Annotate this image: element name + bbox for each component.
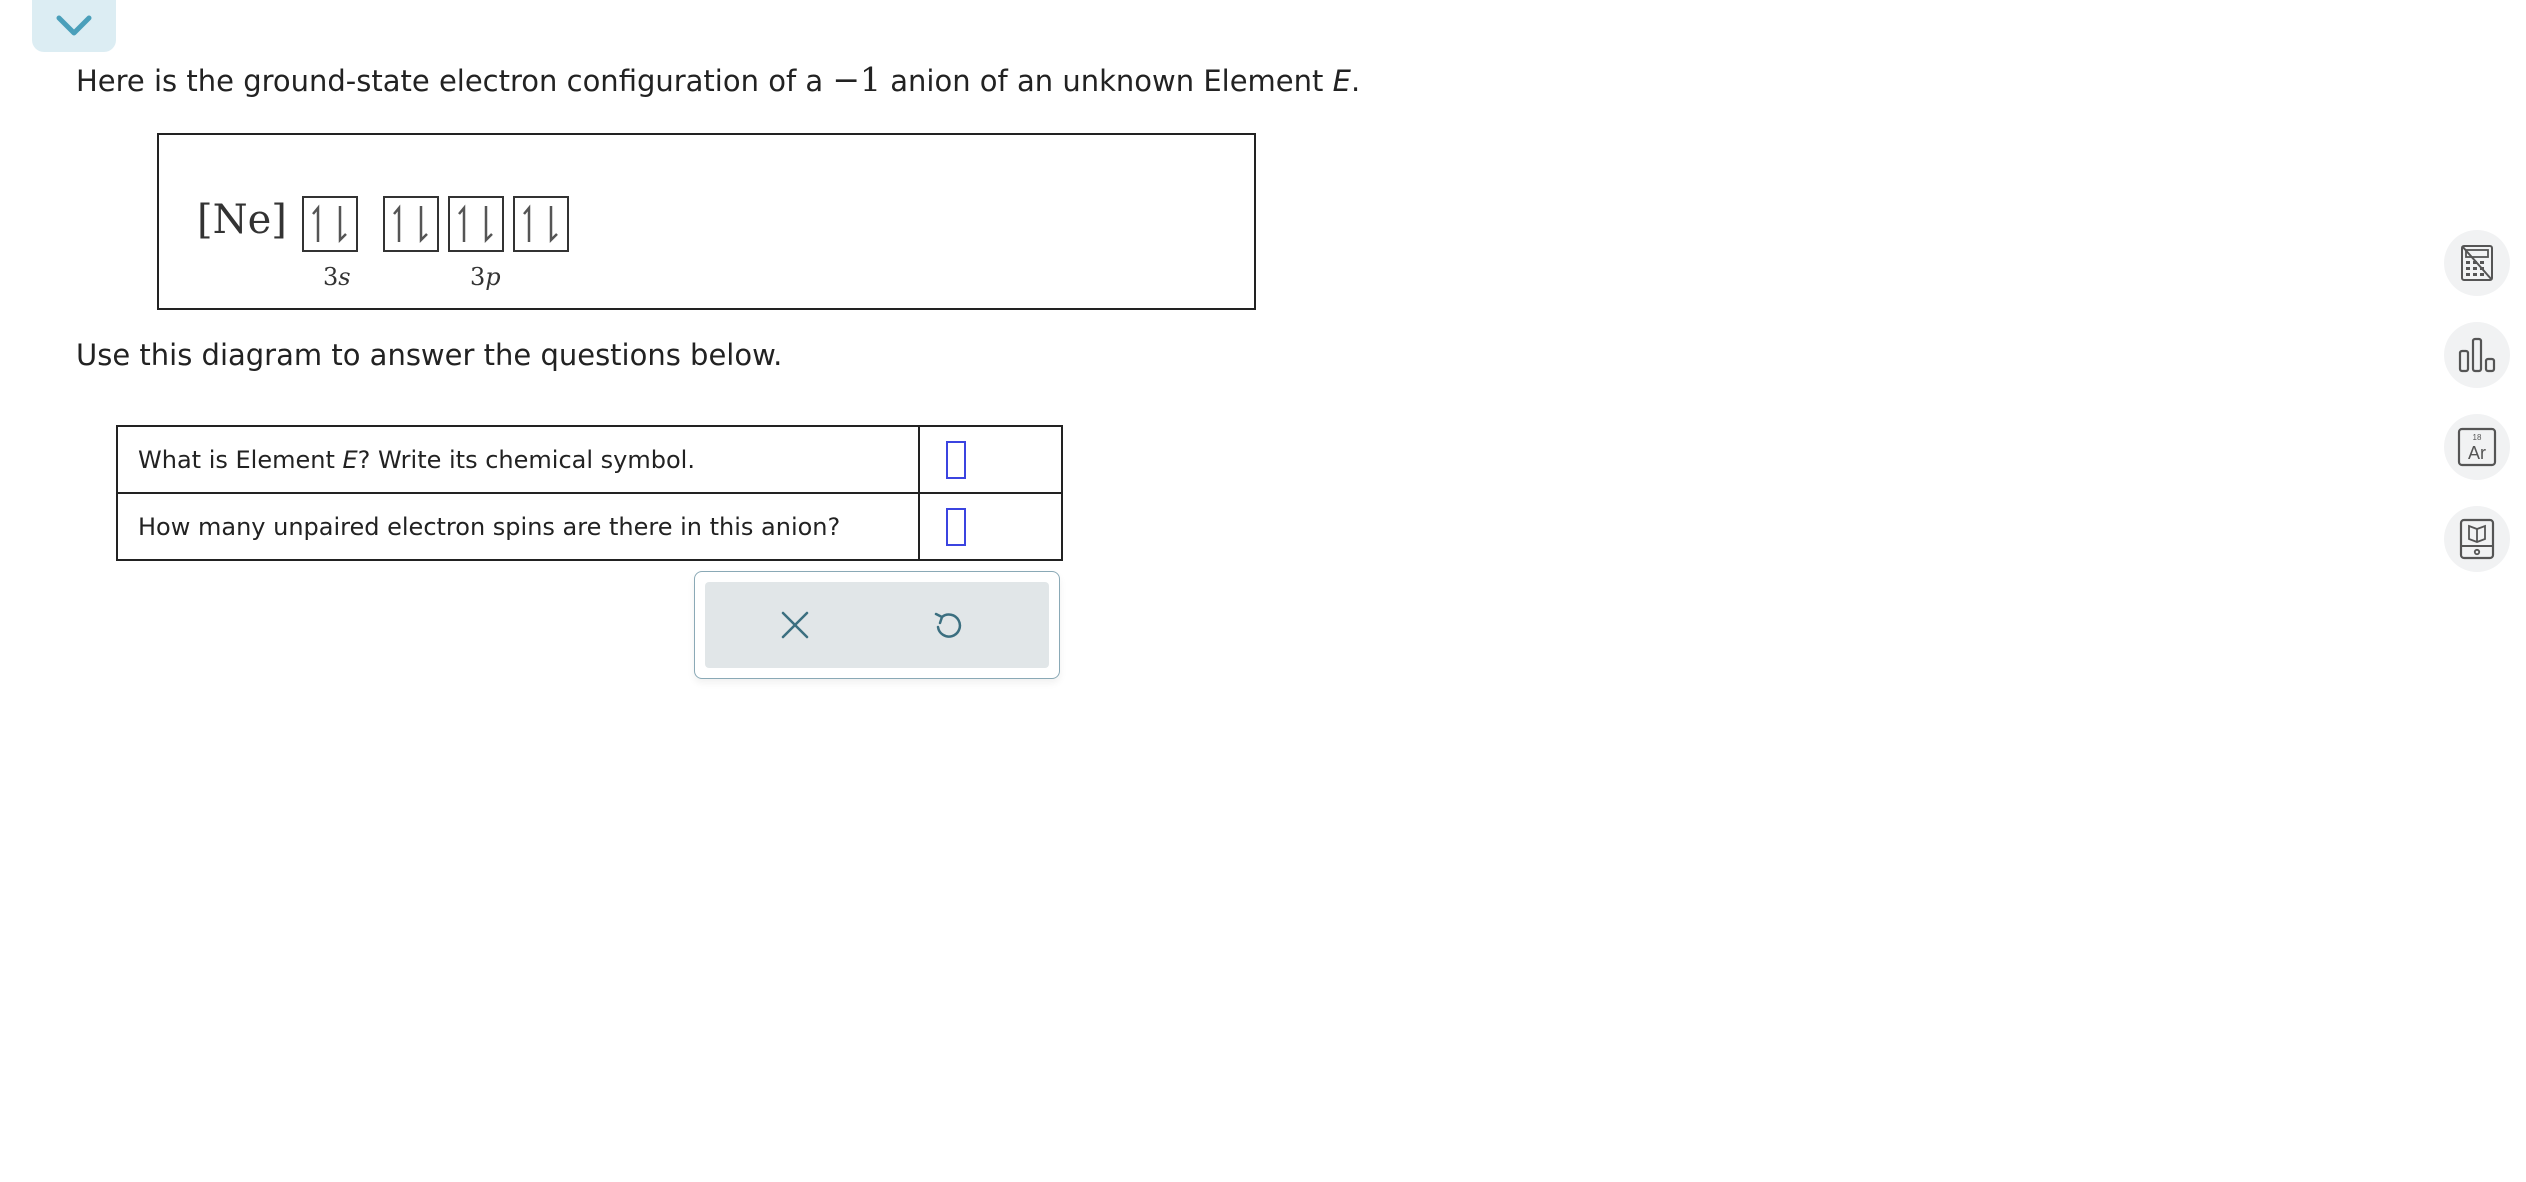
undo-icon <box>934 612 962 638</box>
prompt-text-2: anion of an unknown Element <box>881 64 1333 98</box>
answer-action-panel <box>694 571 1060 679</box>
electron-pair-icon <box>312 204 347 244</box>
instruction-text: Use this diagram to answer the questions… <box>76 338 783 372</box>
periodic-symbol: Ar <box>2468 443 2486 463</box>
periodic-table-button[interactable]: 18 Ar <box>2444 414 2510 480</box>
clear-button[interactable] <box>772 602 818 648</box>
question-2: How many unpaired electron spins are the… <box>116 492 920 561</box>
reference-book-icon <box>2459 518 2495 560</box>
electron-pair-icon <box>458 204 493 244</box>
unpaired-electrons-input[interactable] <box>946 507 966 546</box>
sublevel-label-3s: 3s <box>323 263 351 291</box>
periodic-table-icon: 18 Ar <box>2457 427 2497 467</box>
calculator-button[interactable] <box>2444 230 2510 296</box>
data-chart-button[interactable] <box>2444 322 2510 388</box>
electron-configuration-diagram: [Ne] 3s 3p <box>157 133 1256 310</box>
calculator-icon <box>2461 245 2493 281</box>
periodic-number: 18 <box>2473 433 2482 442</box>
orbital-3s <box>302 196 358 252</box>
sublevel-label-3p: 3p <box>470 263 501 291</box>
electron-pair-icon <box>523 204 558 244</box>
answer-2-cell <box>918 492 1063 561</box>
prompt-text: Here is the ground-state electron config… <box>76 64 833 98</box>
orbital-3p-1 <box>383 196 439 252</box>
element-symbol: E <box>1332 64 1351 98</box>
bar-chart-icon <box>2458 337 2496 373</box>
undo-button[interactable] <box>925 602 971 648</box>
question-prompt: Here is the ground-state electron config… <box>76 60 1360 99</box>
orbital-3p-2 <box>448 196 504 252</box>
prompt-end: . <box>1350 64 1361 98</box>
electron-pair-icon <box>393 204 428 244</box>
table-row: What is Element E? Write its chemical sy… <box>116 425 1063 494</box>
answer-1-cell <box>918 425 1063 494</box>
action-bar <box>705 582 1049 668</box>
question-1: What is Element E? Write its chemical sy… <box>116 425 920 494</box>
charge-value: 1 <box>860 60 882 99</box>
table-row: How many unpaired electron spins are the… <box>116 492 1063 561</box>
x-icon <box>781 611 809 639</box>
reference-button[interactable] <box>2444 506 2510 572</box>
questions-table: What is Element E? Write its chemical sy… <box>116 425 1063 561</box>
collapse-toggle[interactable] <box>32 0 116 52</box>
chevron-down-icon <box>56 15 92 36</box>
charge-sign: − <box>832 60 861 99</box>
orbital-3p-3 <box>513 196 569 252</box>
noble-gas-core: [Ne] <box>197 197 287 243</box>
element-symbol-input[interactable] <box>946 440 966 479</box>
page: Here is the ground-state electron config… <box>0 0 2526 1182</box>
